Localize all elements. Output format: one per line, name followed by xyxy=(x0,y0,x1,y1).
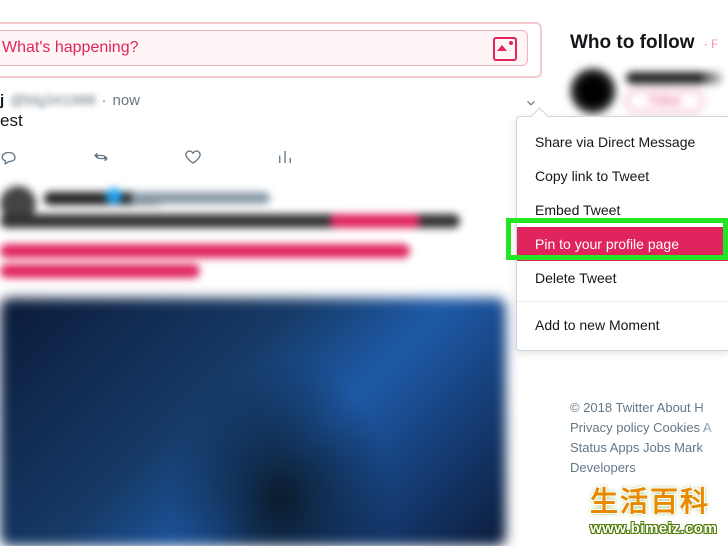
watermark-text: 生活百科 xyxy=(590,480,728,520)
activity-icon[interactable] xyxy=(276,148,294,166)
footer-line-2[interactable]: Privacy policy Cookies A xyxy=(570,418,712,438)
reply-icon[interactable] xyxy=(0,148,18,166)
separator-dot: · xyxy=(101,92,106,109)
tweet-handle: @blg341988 xyxy=(10,92,95,109)
tweet-username: j xyxy=(0,92,4,109)
menu-add-moment[interactable]: Add to new Moment xyxy=(517,308,728,342)
avatar xyxy=(570,68,616,114)
menu-share-dm[interactable]: Share via Direct Message xyxy=(517,125,728,159)
verified-badge-icon xyxy=(106,188,122,204)
footer-line-4[interactable]: Developers xyxy=(570,458,712,478)
tweet-body: est xyxy=(0,111,540,131)
like-icon[interactable] xyxy=(184,148,202,166)
footer-links: © 2018 Twitter About H Privacy policy Co… xyxy=(570,398,712,479)
follow-button[interactable]: Follow xyxy=(626,90,704,112)
menu-copy-link[interactable]: Copy link to Tweet xyxy=(517,159,728,193)
footer-line-3[interactable]: Status Apps Jobs Mark xyxy=(570,438,712,458)
watermark: 生活百科 www.bimeiz.com xyxy=(590,480,728,546)
tweet-blurred xyxy=(0,186,506,316)
menu-delete[interactable]: Delete Tweet xyxy=(517,261,728,295)
tweet-media-image[interactable] xyxy=(0,298,506,546)
add-image-icon[interactable] xyxy=(493,37,517,61)
tweet-actions xyxy=(0,148,360,166)
compose-placeholder: What's happening? xyxy=(2,39,138,57)
footer-line-1[interactable]: © 2018 Twitter About H xyxy=(570,398,712,418)
tweet[interactable]: j @blg341988 · now est xyxy=(0,92,540,172)
who-to-follow-heading: Who to follow · F xyxy=(570,32,728,54)
menu-embed[interactable]: Embed Tweet xyxy=(517,193,728,227)
menu-pin-profile[interactable]: Pin to your profile page xyxy=(517,227,728,261)
retweet-icon[interactable] xyxy=(92,148,110,166)
tweet-actions-menu: Share via Direct Message Copy link to Tw… xyxy=(516,116,728,351)
watermark-url: www.bimeiz.com xyxy=(590,520,728,537)
tweet-time: now xyxy=(112,92,140,109)
compose-box[interactable]: What's happening? xyxy=(0,22,542,78)
refresh-link[interactable]: · F xyxy=(704,37,719,51)
